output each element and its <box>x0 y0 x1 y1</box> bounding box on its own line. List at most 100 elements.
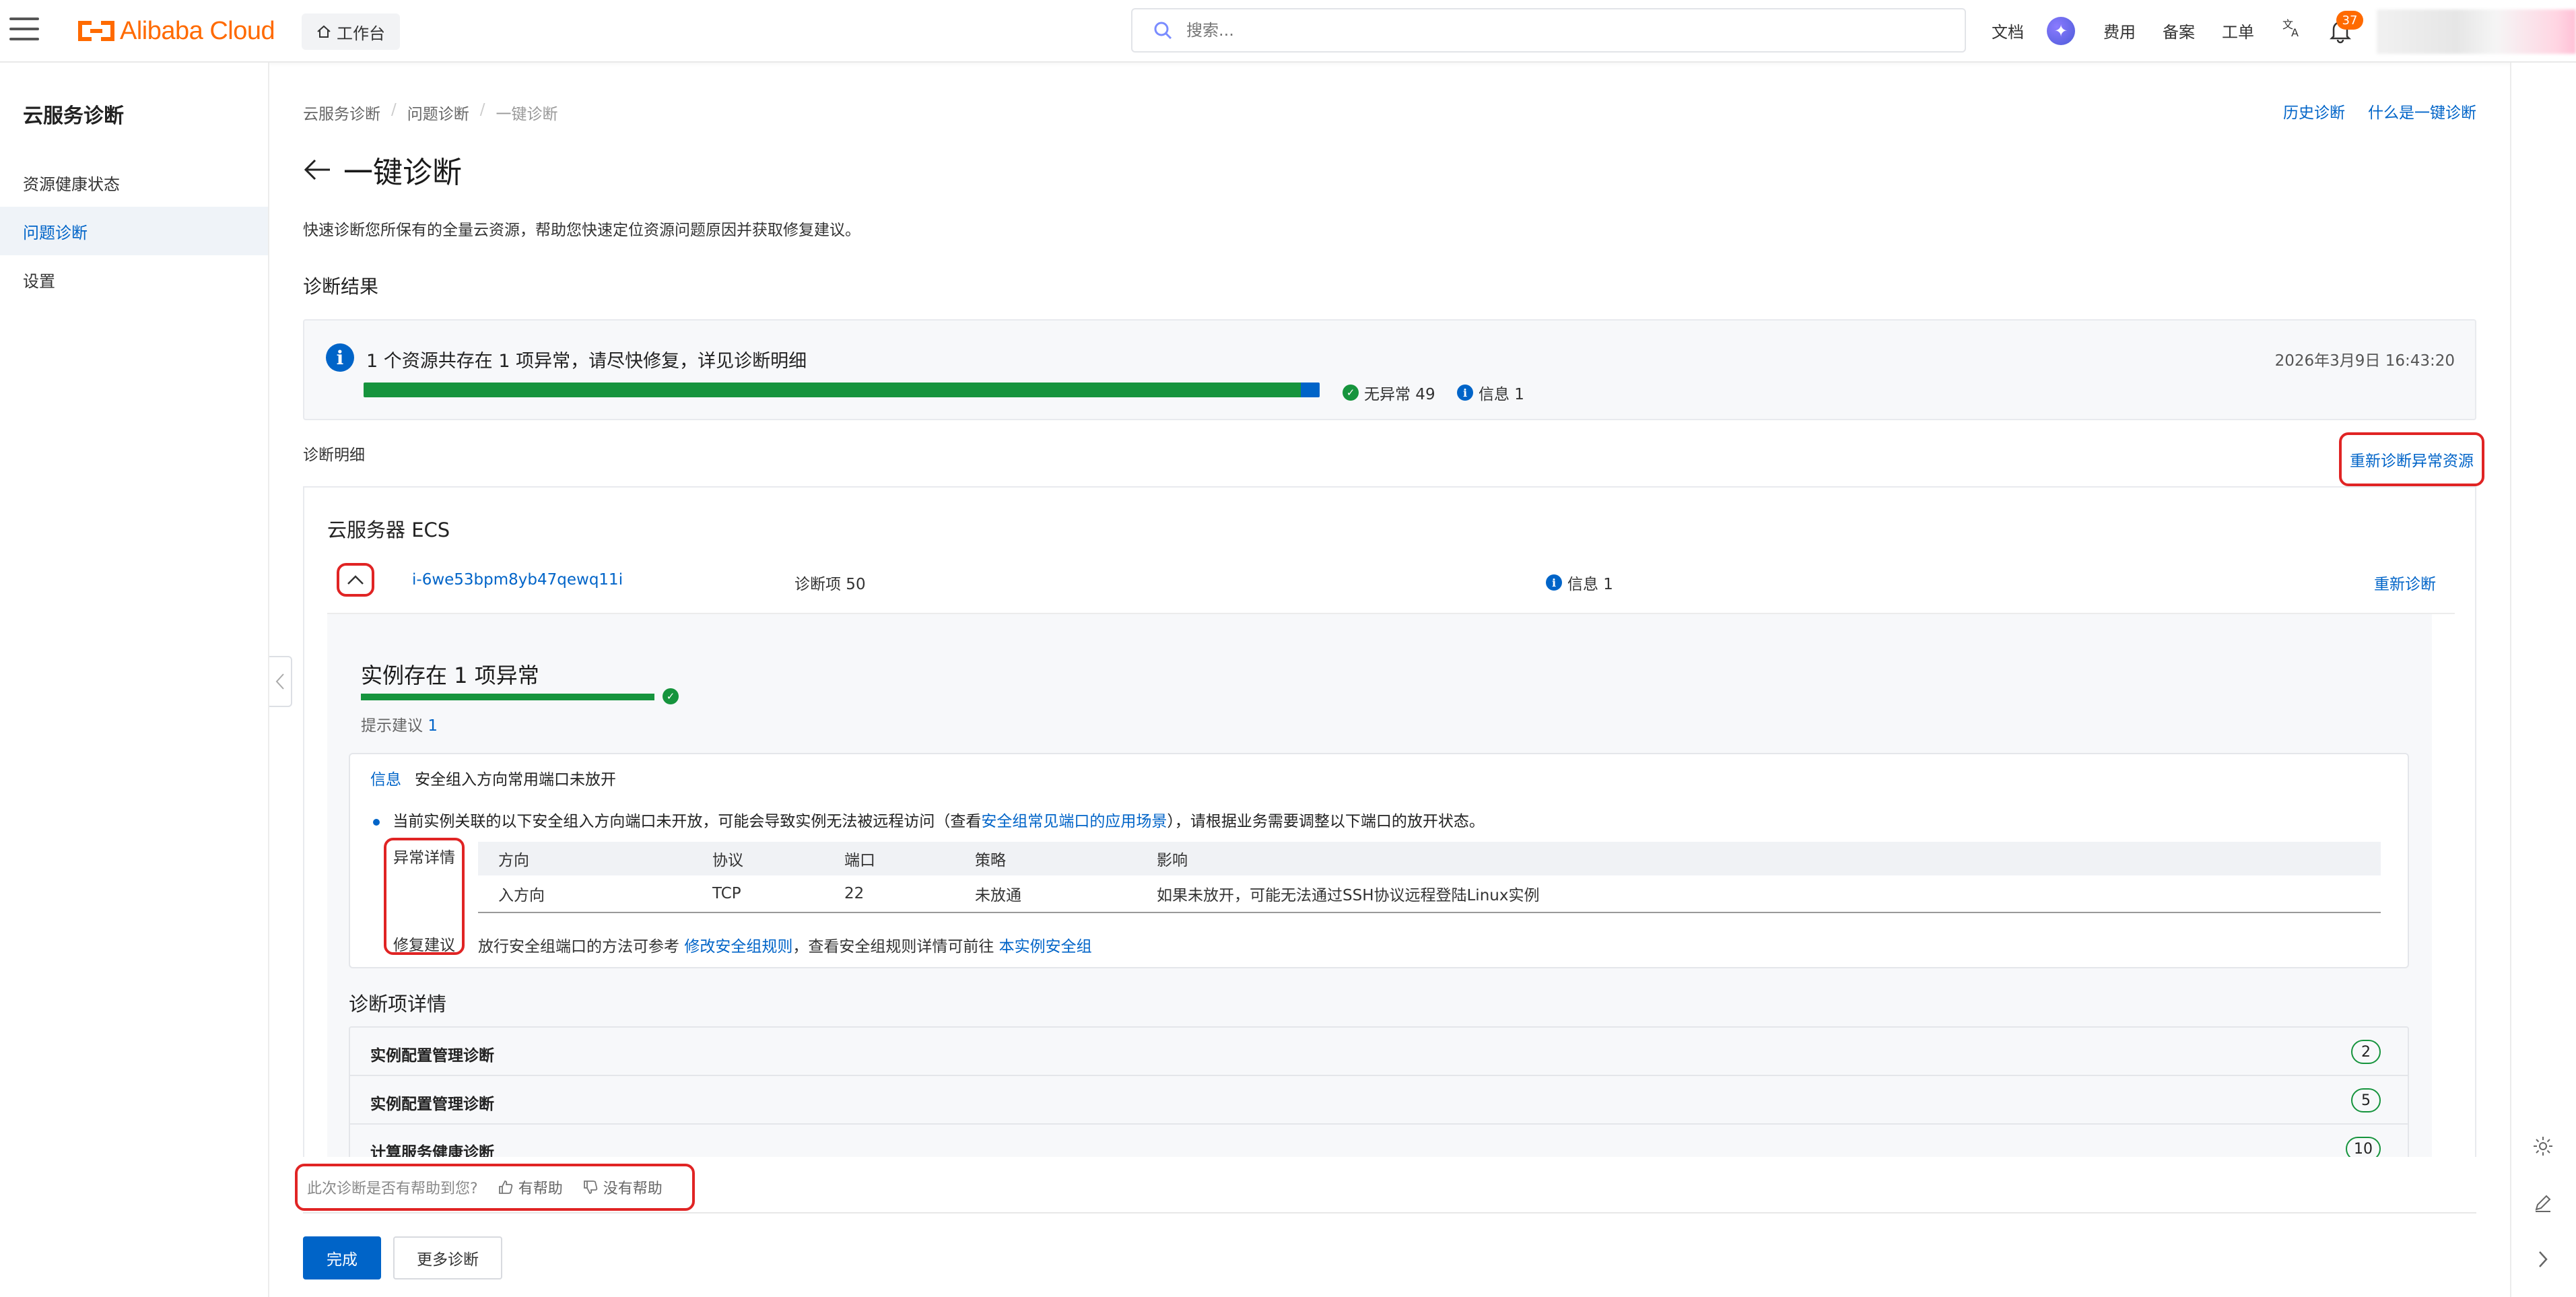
progress-normal-segment <box>364 383 1301 397</box>
diag-items-title: 诊断项详情 <box>349 993 447 1016</box>
instance-id-link[interactable]: i-6we53bpm8yb47qewq11i <box>412 571 623 589</box>
diag-items-list: 实例配置管理诊断 2 实例配置管理诊断 5 计算服务健康诊断 10 <box>349 1026 2409 1160</box>
cell-impact: 如果未放开，可能无法通过SSH协议远程登陆Linux实例 <box>1157 887 1540 904</box>
column-header-policy: 策略 <box>975 852 1006 869</box>
what-is-link[interactable]: 什么是一键诊断 <box>2368 100 2476 123</box>
rediagnose-abnormal-button[interactable]: 重新诊断异常资源 <box>2339 432 2484 486</box>
diagnosis-summary: i 1 个资源共存在 1 项异常，请尽快修复，详见诊断明细 2026年3月9日 … <box>303 319 2476 420</box>
footer-divider <box>303 1212 2476 1213</box>
history-diagnosis-link[interactable]: 历史诊断 <box>2283 100 2345 123</box>
hint-label: 提示建议 <box>361 717 423 735</box>
right-toolbar <box>2510 63 2576 1297</box>
back-arrow-icon[interactable] <box>303 158 331 181</box>
svg-text:A: A <box>2291 26 2299 39</box>
port-scenarios-link[interactable]: 安全组常见端口的应用场景 <box>981 813 1167 830</box>
more-diagnosis-button[interactable]: 更多诊断 <box>393 1236 502 1279</box>
detail-section-title: 诊断明细 <box>303 446 365 464</box>
sidebar-item-problem-diagnosis[interactable]: 问题诊断 <box>0 207 268 255</box>
language-icon[interactable]: 文A <box>2281 16 2304 44</box>
issue-name: 安全组入方向常用端口未放开 <box>415 771 616 789</box>
product-title: 云服务器 ECS <box>327 519 450 541</box>
list-item[interactable]: 计算服务健康诊断 10 <box>350 1125 2408 1160</box>
feedback-prompt: 此次诊断是否有帮助到您? 有帮助 没有帮助 <box>295 1164 695 1211</box>
cell-policy: 未放通 <box>975 887 1021 904</box>
menu-icon[interactable] <box>9 18 39 43</box>
column-header-impact: 影响 <box>1157 852 1188 869</box>
nav-docs[interactable]: 文档 <box>1992 19 2024 42</box>
page-title: 一键诊断 <box>343 156 462 190</box>
alibaba-cloud-logo[interactable]: Alibaba Cloud <box>78 16 275 46</box>
instance-info-status: i 信息 1 <box>1546 571 1613 594</box>
legend-info: i 信息 1 <box>1457 381 1524 404</box>
diag-item-name: 实例配置管理诊断 <box>370 1096 494 1113</box>
summary-timestamp: 2026年3月9日 16:43:20 <box>2274 352 2455 370</box>
instance-issue-title: 实例存在 1 项异常 <box>361 663 539 688</box>
issue-labels-highlight: 异常详情 修复建议 <box>384 838 465 955</box>
diag-item-count-badge: 5 <box>2351 1088 2381 1112</box>
instance-sg-link[interactable]: 本实例安全组 <box>999 938 1092 956</box>
search-input[interactable] <box>1186 21 1927 40</box>
summary-message: 1 个资源共存在 1 项异常，请尽快修复，详见诊断明细 <box>366 351 807 372</box>
result-section-title: 诊断结果 <box>303 275 379 298</box>
info-icon: i <box>1457 385 1473 401</box>
not-helpful-label: 没有帮助 <box>603 1180 663 1197</box>
edit-pencil-icon[interactable] <box>2525 1185 2561 1221</box>
rediagnose-abnormal-label: 重新诊断异常资源 <box>2350 453 2474 470</box>
nav-filing[interactable]: 备案 <box>2163 19 2195 42</box>
abnormal-detail-table: 方向 协议 端口 策略 影响 入方向 TCP 22 未放通 如果未放开，可能无法… <box>478 842 2381 913</box>
ai-assistant-icon[interactable]: ✦ <box>2047 17 2075 45</box>
breadcrumb-cloud-diagnosis[interactable]: 云服务诊断 <box>303 101 380 124</box>
instance-progress-bar <box>361 694 654 700</box>
settings-gear-icon[interactable] <box>2525 1128 2561 1164</box>
diagnosis-item-count: 诊断项 50 <box>794 576 866 593</box>
diag-item-count-badge: 10 <box>2346 1137 2381 1160</box>
check-circle-icon: ✓ <box>663 688 679 704</box>
sidebar-item-settings[interactable]: 设置 <box>0 255 268 304</box>
sidebar: 云服务诊断 资源健康状态 问题诊断 设置 <box>0 63 269 1297</box>
not-helpful-button[interactable]: 没有帮助 <box>583 1176 663 1198</box>
workbench-button[interactable]: 工作台 <box>302 13 400 50</box>
chevron-left-icon <box>275 673 284 690</box>
diag-item-count-badge: 2 <box>2351 1040 2381 1064</box>
thumbs-up-icon <box>498 1180 512 1194</box>
sidebar-collapse-handle[interactable] <box>269 656 292 707</box>
helpful-button[interactable]: 有帮助 <box>498 1176 563 1198</box>
done-button[interactable]: 完成 <box>303 1236 381 1279</box>
nav-tickets[interactable]: 工单 <box>2222 19 2254 42</box>
list-item[interactable]: 实例配置管理诊断 2 <box>350 1028 2408 1076</box>
hint-count: 1 <box>428 717 438 735</box>
issue-card: 信息 安全组入方向常用端口未放开 当前实例关联的以下安全组入方向端口未开放，可能… <box>349 753 2409 968</box>
column-header-direction: 方向 <box>498 852 529 869</box>
sidebar-item-resource-health[interactable]: 资源健康状态 <box>0 158 268 207</box>
instance-row: i-6we53bpm8yb47qewq11i 诊断项 50 i 信息 1 重新诊… <box>327 560 2455 614</box>
fix-text-middle: ，查看安全组规则详情可前往 <box>792 938 999 956</box>
issue-desc-text: 当前实例关联的以下安全组入方向端口未开放，可能会导致实例无法被远程访问（查看 <box>393 813 982 830</box>
legend-info-label: 信息 1 <box>1479 386 1524 403</box>
user-account-avatar[interactable] <box>2377 9 2576 54</box>
logo-mark-icon <box>78 21 114 41</box>
info-icon: i <box>326 343 354 372</box>
breadcrumb-problem-diagnosis[interactable]: 问题诊断 <box>407 101 469 124</box>
sidebar-title: 云服务诊断 <box>23 104 124 128</box>
home-icon <box>317 25 331 38</box>
logo-text: Alibaba Cloud <box>120 16 275 45</box>
global-search[interactable] <box>1131 8 1966 53</box>
issue-level-tag: 信息 <box>370 771 401 789</box>
breadcrumb-separator: / <box>479 101 485 119</box>
notification-badge: 37 <box>2336 11 2363 30</box>
modify-sg-rules-link[interactable]: 修改安全组规则 <box>684 938 792 956</box>
ecs-result-card: 云服务器 ECS i-6we53bpm8yb47qewq11i 诊断项 50 i… <box>303 486 2476 1160</box>
top-navigation-bar: Alibaba Cloud 工作台 文档 ✦ 费用 备案 工单 文A 37 <box>0 0 2576 63</box>
hint-summary: 提示建议 1 <box>361 712 438 735</box>
summary-progress-bar <box>364 383 1320 397</box>
chevron-right-icon[interactable] <box>2525 1241 2561 1277</box>
rediagnose-link[interactable]: 重新诊断 <box>2374 571 2436 594</box>
abnormal-detail-label: 异常详情 <box>393 849 455 867</box>
collapse-toggle[interactable] <box>337 563 374 597</box>
search-icon <box>1154 22 1172 40</box>
helpful-label: 有帮助 <box>518 1180 563 1197</box>
instance-detail-panel: 实例存在 1 项异常 ✓ 提示建议 1 信息 安全组入方向常用端口未放开 当前实… <box>327 614 2432 1160</box>
cell-port: 22 <box>844 885 865 902</box>
nav-billing[interactable]: 费用 <box>2103 19 2136 42</box>
list-item[interactable]: 实例配置管理诊断 5 <box>350 1076 2408 1125</box>
